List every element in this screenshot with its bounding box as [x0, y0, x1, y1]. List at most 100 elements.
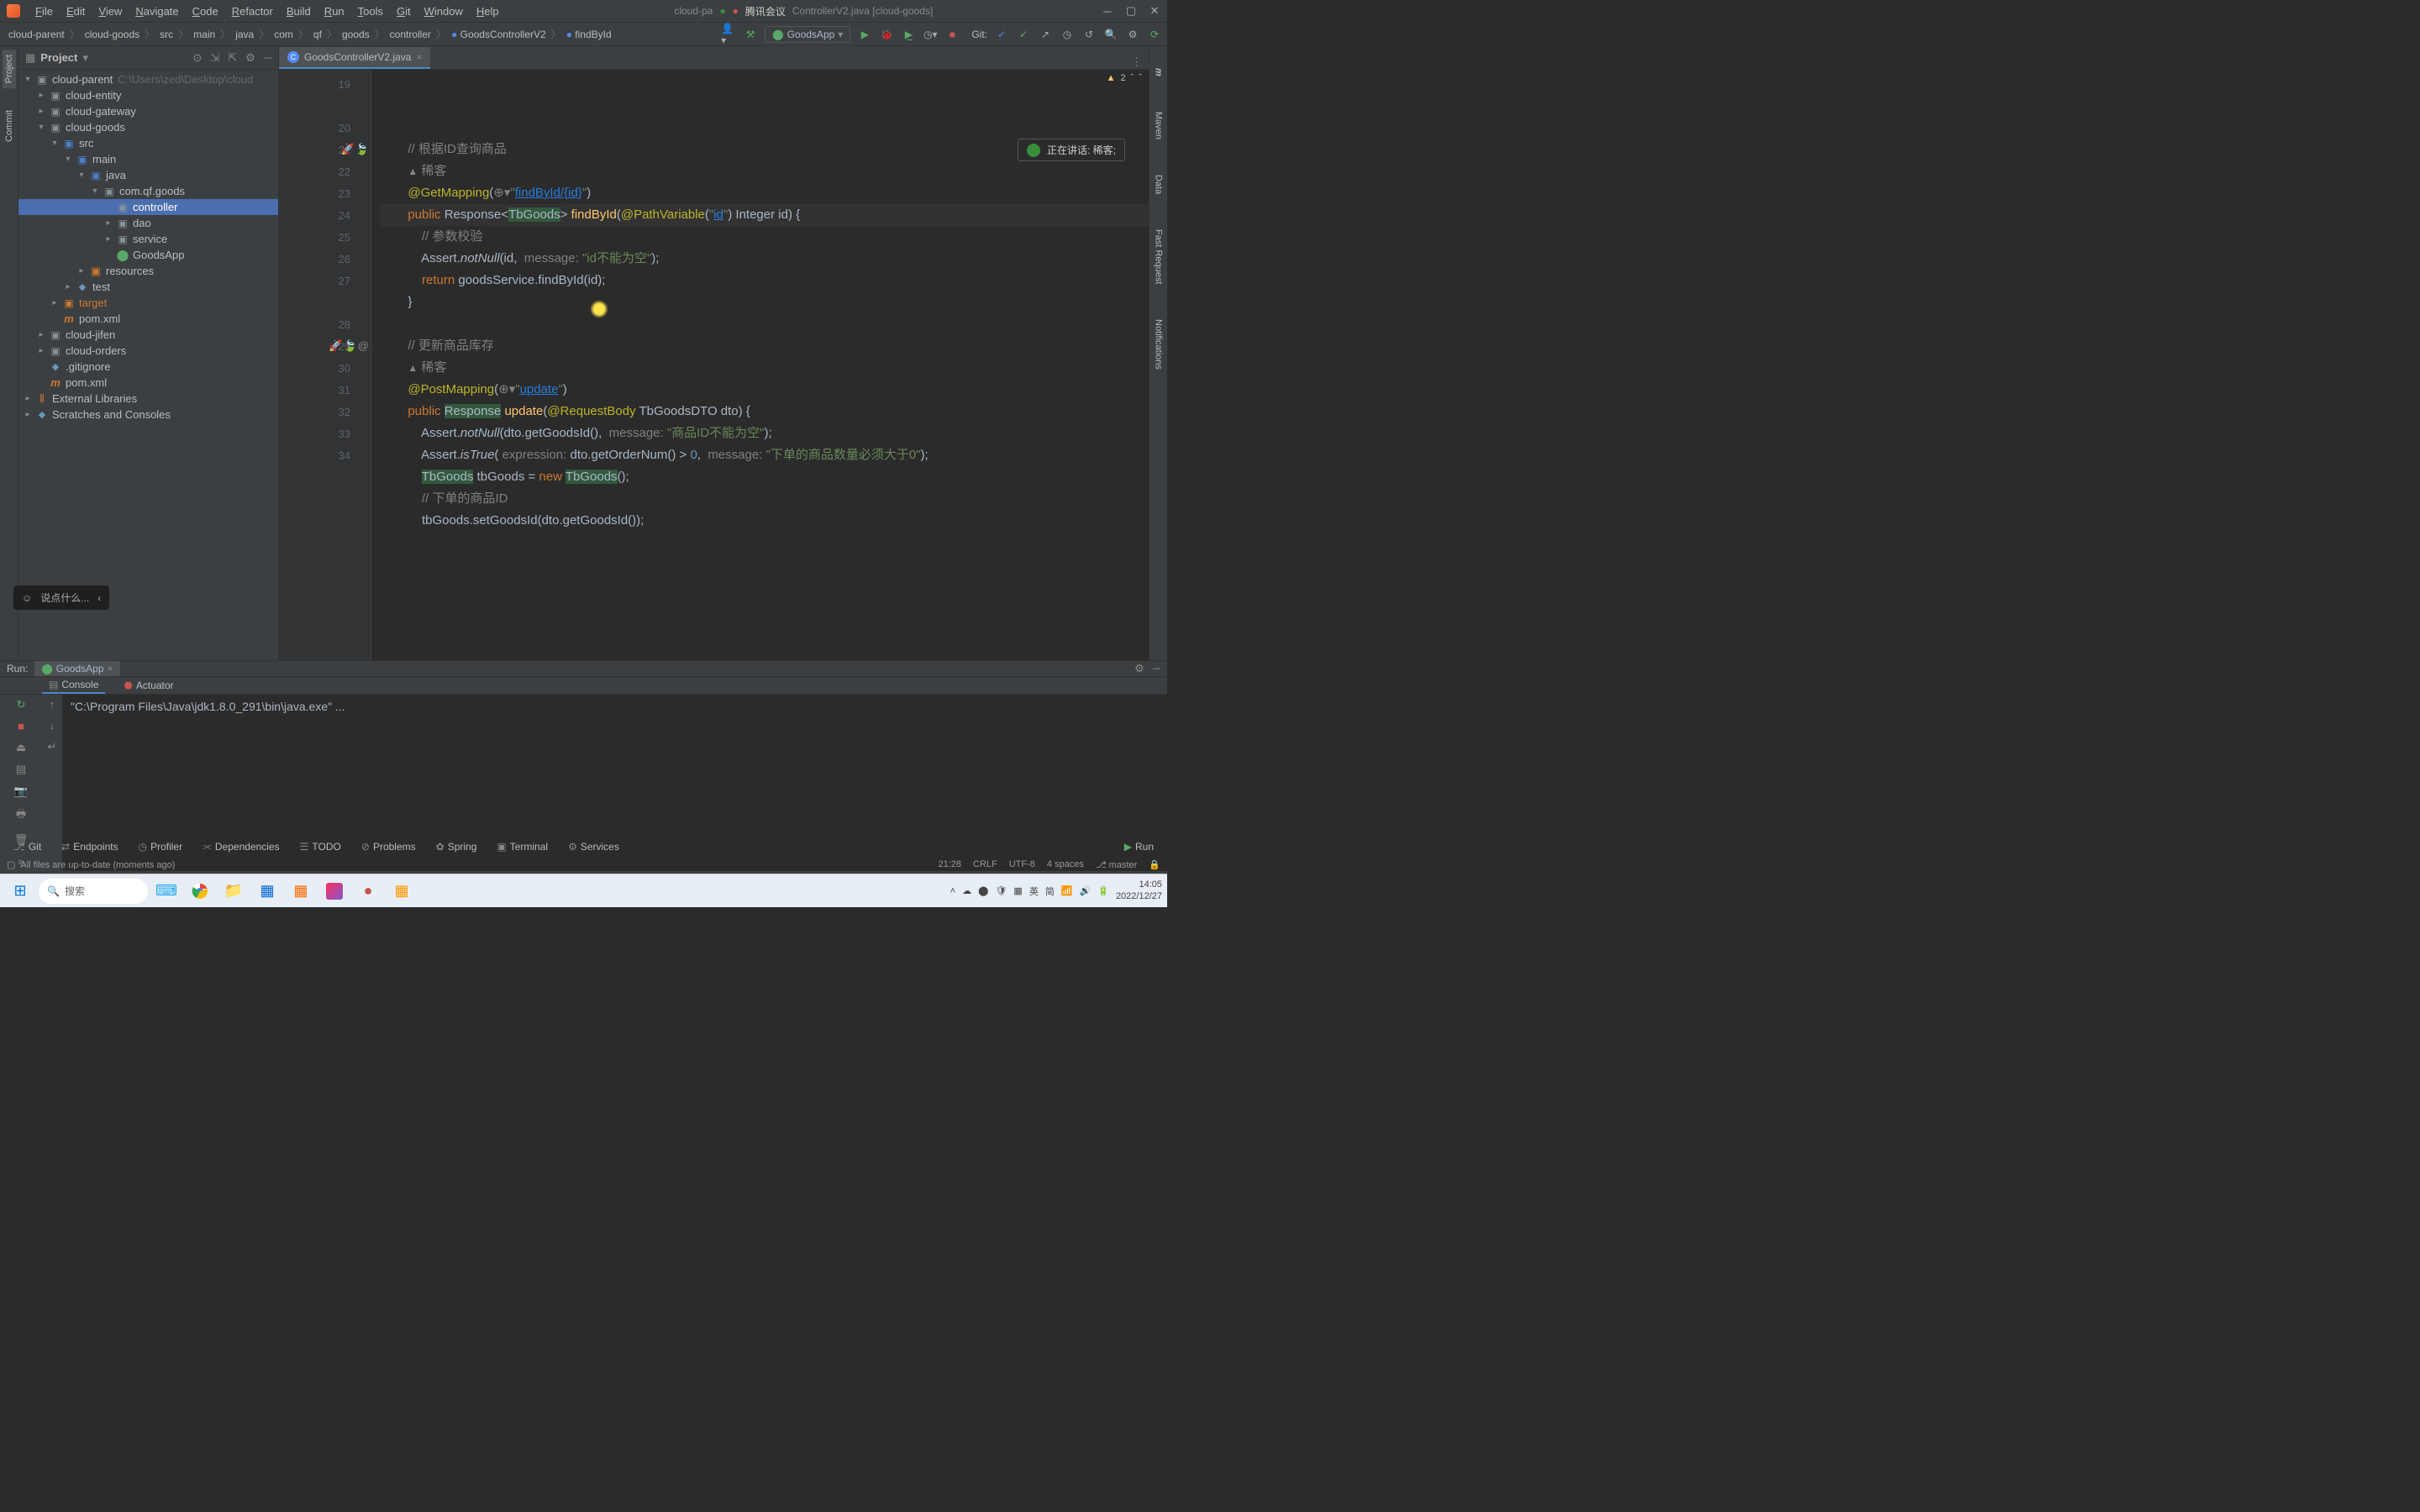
run-settings-icon[interactable]: ⚙	[1134, 662, 1144, 675]
breadcrumb-item[interactable]: ● GoodsControllerV2	[448, 27, 550, 42]
soft-wrap-icon[interactable]: ↵	[48, 740, 57, 753]
menu-run[interactable]: Run	[318, 5, 351, 18]
close-button[interactable]: ✕	[1149, 5, 1160, 17]
project-tree[interactable]: ▾▣cloud-parentC:\Users\zed\Desktop\cloud…	[18, 70, 278, 660]
stop-button[interactable]: ■	[944, 27, 960, 42]
minimize-button[interactable]: ─	[1102, 5, 1113, 17]
app-icon-1[interactable]: ▦	[286, 878, 316, 905]
tree-item[interactable]: ▸▣cloud-orders	[18, 343, 278, 359]
status-item[interactable]: ⎇ master	[1096, 859, 1137, 870]
tray-onedrive-icon[interactable]: ☁	[962, 885, 971, 896]
menu-tools[interactable]: Tools	[351, 5, 390, 18]
editor-tabs-menu-icon[interactable]: ⋮	[1124, 55, 1149, 69]
emoji-icon[interactable]: ☺	[22, 592, 32, 604]
tree-item[interactable]: ▾▣com.qf.goods	[18, 183, 278, 199]
bottom-tab-spring[interactable]: ✿Spring	[428, 841, 486, 853]
menu-window[interactable]: Window	[418, 5, 470, 18]
tree-item[interactable]: ▸▣cloud-jifen	[18, 327, 278, 343]
gutter-line[interactable]: 34	[279, 444, 371, 466]
code-line[interactable]: public Response update(@RequestBody TbGo…	[380, 401, 1149, 423]
tree-item[interactable]: ▸⫴External Libraries	[18, 391, 278, 407]
code-line[interactable]: }	[380, 291, 1149, 313]
gutter-line[interactable]: 21🚀🍃	[279, 139, 371, 160]
run-config-tab[interactable]: ⬤GoodsApp×	[34, 661, 119, 676]
code-line[interactable]: @PostMapping(⊕▾"update")	[380, 379, 1149, 401]
tray-app2-icon[interactable]: ▦	[1013, 885, 1022, 896]
menu-refactor[interactable]: Refactor	[225, 5, 280, 18]
gutter-line[interactable]: 27	[279, 270, 371, 291]
tray-volume-icon[interactable]: 🔊	[1080, 885, 1092, 896]
tree-item[interactable]: ▸▣dao	[18, 215, 278, 231]
editor-tab[interactable]: C GoodsControllerV2.java ×	[279, 47, 430, 69]
gutter-line[interactable]: 26	[279, 248, 371, 270]
expand-all-icon[interactable]: ⇲	[210, 51, 219, 65]
close-tab-icon[interactable]: ×	[416, 51, 422, 63]
breadcrumb-item[interactable]: main	[190, 27, 218, 42]
code-line[interactable]: Assert.notNull(dto.getGoodsId(), message…	[380, 423, 1149, 444]
tree-item[interactable]: ▸▣target	[18, 295, 278, 311]
breadcrumb-item[interactable]: goods	[339, 27, 373, 42]
tray-lang1[interactable]: 英	[1029, 885, 1039, 898]
inspection-widget[interactable]: ▲ 2 ˆ ˇ	[1107, 73, 1142, 83]
print-icon[interactable]: 🖶	[16, 806, 26, 825]
maximize-button[interactable]: ▢	[1125, 5, 1137, 17]
hammer-icon[interactable]: ⚒	[743, 27, 758, 42]
gutter[interactable]: 192021🚀🍃2223242526272829🚀🍃@3031323334	[279, 70, 371, 660]
bottom-tab-problems[interactable]: ⊘Problems	[353, 841, 424, 853]
prev-highlight-icon[interactable]: ˆ	[1131, 73, 1134, 83]
git-history-icon[interactable]: ◷	[1060, 27, 1075, 42]
status-icon[interactable]: ▢	[7, 859, 15, 870]
bottom-tab-profiler[interactable]: ◷Profiler	[130, 841, 192, 853]
code-line[interactable]: TbGoods tbGoods = new TbGoods();	[380, 466, 1149, 488]
bottom-tab-todo[interactable]: ☰TODO	[292, 841, 350, 853]
scroll-up-icon[interactable]: ↑	[50, 698, 55, 711]
code-line[interactable]	[380, 313, 1149, 335]
collapse-all-icon[interactable]: ⇱	[228, 51, 237, 65]
rerun-icon[interactable]: ↻	[17, 698, 26, 711]
chrome-icon[interactable]	[185, 878, 215, 905]
panel-hide-icon[interactable]: ─	[264, 51, 271, 65]
meeting-icon[interactable]: ▦	[252, 878, 282, 905]
fast-request-tab[interactable]: Fast Request	[1152, 224, 1165, 289]
tree-item[interactable]: ⬤GoodsApp	[18, 247, 278, 263]
gutter-line[interactable]	[279, 95, 371, 117]
explorer-icon[interactable]: 📁	[218, 878, 249, 905]
gutter-line[interactable]: 24	[279, 204, 371, 226]
git-update-icon[interactable]: ✓	[994, 27, 1009, 42]
code-line[interactable]: // 参数校验	[380, 226, 1149, 248]
ide-update-icon[interactable]: ⟳	[1147, 27, 1162, 42]
breadcrumb-item[interactable]: java	[232, 27, 257, 42]
next-highlight-icon[interactable]: ˇ	[1139, 73, 1142, 83]
record-icon[interactable]: ●	[353, 878, 383, 905]
chat-collapse-icon[interactable]: ‹	[97, 592, 101, 604]
git-rollback-icon[interactable]: ↺	[1081, 27, 1097, 42]
exit-icon[interactable]: ⏏	[16, 741, 26, 754]
gutter-line[interactable]: 32	[279, 401, 371, 423]
tree-item[interactable]: ▸▣service	[18, 231, 278, 247]
code-line[interactable]: @GetMapping(⊕▾"findById/{id}")	[380, 182, 1149, 204]
bottom-tab-terminal[interactable]: ▣Terminal	[488, 841, 556, 853]
gutter-line[interactable]: 19	[279, 73, 371, 95]
database-tool-tab[interactable]: Data	[1152, 170, 1165, 199]
menu-file[interactable]: File	[29, 5, 60, 18]
tray-battery-icon[interactable]: 🔋	[1097, 885, 1109, 896]
menu-build[interactable]: Build	[280, 5, 318, 18]
commit-tool-tab[interactable]: Commit	[3, 105, 16, 147]
settings-icon[interactable]: ⚙	[1125, 27, 1140, 42]
menu-navigate[interactable]: Navigate	[129, 5, 185, 18]
tree-item[interactable]: ▾▣main	[18, 151, 278, 167]
gutter-line[interactable]	[279, 291, 371, 313]
tree-item[interactable]: ▸◆test	[18, 279, 278, 295]
camera-icon[interactable]: 📷	[14, 785, 28, 798]
tray-security-icon[interactable]: 🛡	[995, 885, 1007, 896]
coverage-button[interactable]: ▶̲	[901, 27, 916, 42]
status-item[interactable]: 21:28	[938, 859, 961, 870]
bottom-tab-endpoints[interactable]: ⇄Endpoints	[53, 841, 126, 853]
tray-chevron-icon[interactable]: ˄	[950, 886, 955, 896]
debug-button[interactable]: 🐞	[879, 27, 894, 42]
tray-wifi-icon[interactable]: 📶	[1061, 885, 1073, 896]
search-icon[interactable]: 🔍	[1103, 27, 1118, 42]
tray-app-icon[interactable]: ⬤	[978, 885, 988, 896]
tray-clock[interactable]: 14:05 2022/12/27	[1116, 879, 1162, 901]
menu-edit[interactable]: Edit	[60, 5, 92, 18]
